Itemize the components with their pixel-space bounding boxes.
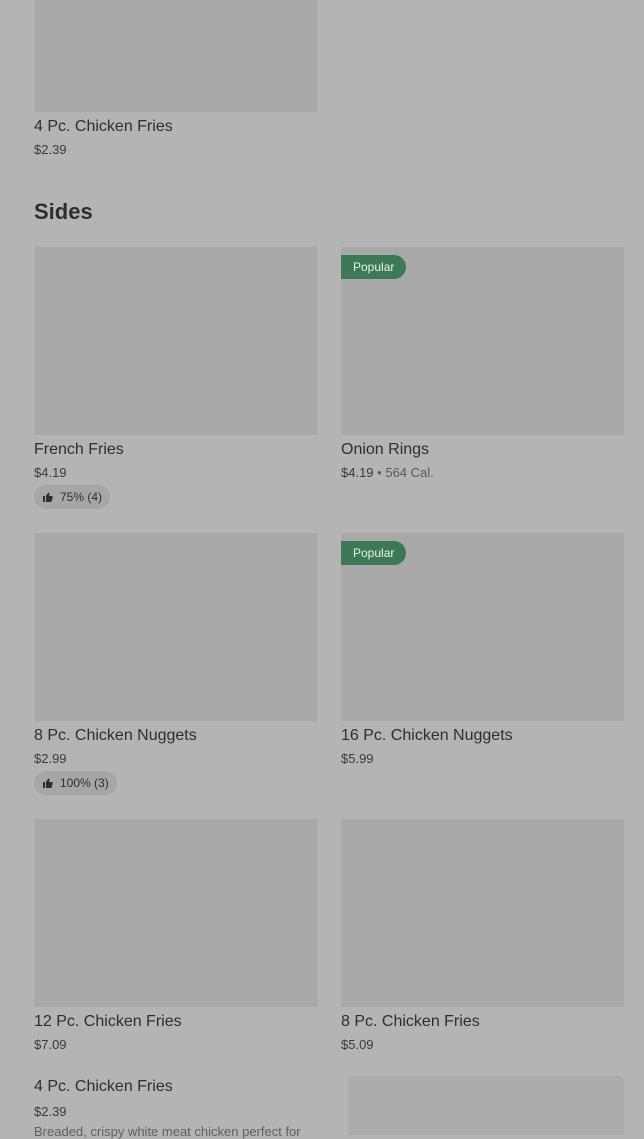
item-image: Popular — [341, 533, 624, 721]
rating-text: 75% (4) — [60, 490, 103, 504]
item-name: 4 Pc. Chicken Fries — [34, 118, 173, 135]
item-image — [34, 819, 318, 1007]
item-calories: 564 Cal. — [385, 465, 434, 480]
menu-item-card[interactable]: French Fries $4.19 75% (4) — [34, 247, 318, 509]
item-name: 8 Pc. Chicken Nuggets — [34, 727, 197, 744]
item-image — [34, 533, 318, 721]
item-name: Onion Rings — [341, 441, 430, 458]
item-image: Popular — [341, 247, 624, 435]
thumbs-up-icon — [43, 492, 53, 502]
item-price: $7.09 — [34, 1037, 67, 1052]
menu-item-card[interactable]: Popular Onion Rings $4.19 • 564 Cal. — [341, 247, 624, 480]
item-name: 8 Pc. Chicken Fries — [341, 1013, 480, 1030]
rating-badge: 75% (4) — [34, 485, 111, 509]
menu-item-card[interactable]: 12 Pc. Chicken Fries $7.09 — [34, 819, 318, 1052]
item-image — [341, 819, 624, 1007]
item-name: French Fries — [34, 441, 124, 458]
item-price: $2.39 — [34, 1104, 67, 1119]
item-image — [34, 0, 318, 112]
popular-badge: Popular — [341, 541, 407, 565]
thumbs-up-icon — [43, 778, 53, 788]
item-price: $5.09 — [341, 1037, 374, 1052]
item-price: $2.39 — [34, 142, 67, 157]
item-price: $4.19 — [34, 465, 67, 480]
section-title: Sides — [34, 199, 93, 224]
menu-item-card[interactable]: 4 Pc. Chicken Fries $2.39 — [34, 0, 318, 157]
rating-text: 100% (3) — [60, 776, 109, 790]
menu-item-card[interactable]: 8 Pc. Chicken Fries $5.09 — [341, 819, 624, 1052]
item-name: 16 Pc. Chicken Nuggets — [341, 727, 513, 744]
popular-badge: Popular — [341, 255, 407, 279]
rating-badge: 100% (3) — [34, 771, 117, 795]
price-value: $4.19 — [341, 465, 374, 480]
item-description: Breaded, crispy white meat chicken perfe… — [34, 1124, 301, 1139]
item-price: $5.99 — [341, 751, 374, 766]
menu-item-card[interactable]: 8 Pc. Chicken Nuggets $2.99 100% (3) — [34, 533, 318, 795]
menu-item-card[interactable]: Popular 16 Pc. Chicken Nuggets $5.99 — [341, 533, 624, 766]
item-image — [34, 247, 318, 435]
item-image — [348, 1076, 624, 1135]
item-price: $4.19 • 564 Cal. — [341, 465, 434, 480]
item-price: $2.99 — [34, 751, 67, 766]
item-name: 4 Pc. Chicken Fries — [34, 1078, 173, 1095]
item-name: 12 Pc. Chicken Fries — [34, 1013, 182, 1030]
